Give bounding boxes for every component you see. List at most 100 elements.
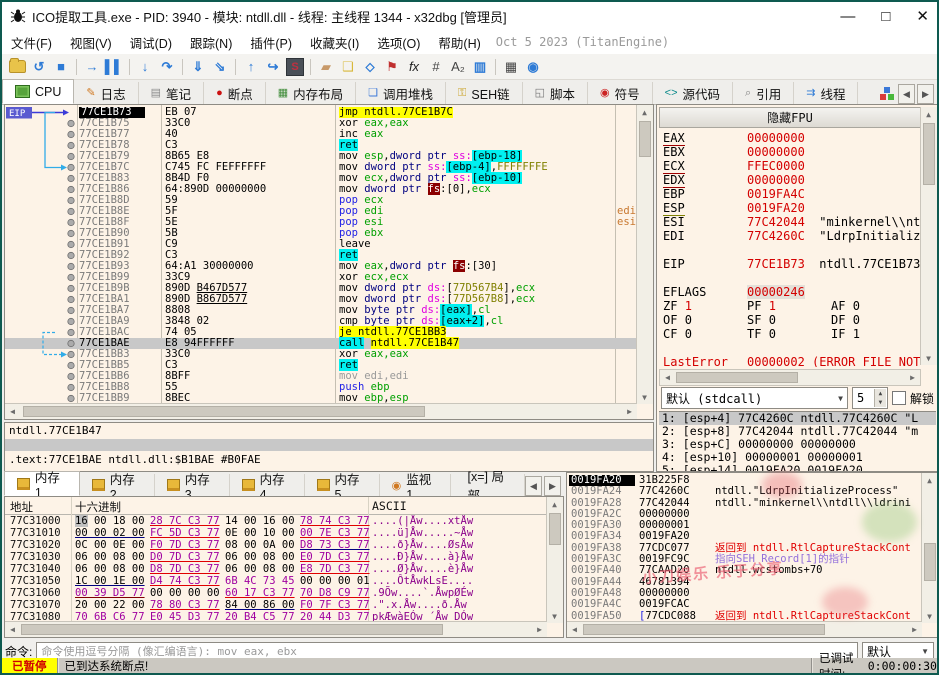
- bottom-tab-内存 3[interactable]: 内存 3: [155, 473, 230, 502]
- ordinal-icon[interactable]: #: [426, 58, 446, 76]
- dump-row[interactable]: 77C31010 00 00 02 00 FC 5D C3 77 0E 00 10 0…: [5, 527, 546, 539]
- internet-icon[interactable]: ◉: [523, 58, 543, 76]
- bottom-tab-[x=] 局部[interactable]: [x=] 局部: [451, 470, 525, 503]
- argument-row[interactable]: 5: [esp+14] 0019FA20 0019FA20: [659, 464, 936, 472]
- modules-icon[interactable]: ▥: [470, 58, 490, 76]
- bottom-tab-scroll-left[interactable]: ◀: [525, 476, 542, 496]
- disasm-row[interactable]: 77CE1BB9 8BEC mov ebp,esp: [5, 393, 636, 404]
- dump-row[interactable]: 77C31050 1C 00 1E 00 D4 74 C3 77 6B 4C 73 4…: [5, 575, 546, 587]
- register-row[interactable]: EIP 77CE1B73 ntdll.77CE1B73: [663, 257, 921, 271]
- registers-pane[interactable]: 隐藏FPU EAX 00000000 EBX 00000000 ECX FFEC0000 E…: [656, 104, 937, 472]
- pause-icon[interactable]: ▌▌: [104, 58, 124, 76]
- dump-row[interactable]: 77C31030 06 00 08 00 D0 7D C3 77 06 00 08 0…: [5, 551, 546, 563]
- strings-icon[interactable]: A₂: [448, 58, 468, 76]
- tab-符号[interactable]: ◉ 符号: [588, 82, 653, 104]
- label-icon[interactable]: ⬦: [360, 58, 380, 76]
- hide-fpu-button[interactable]: 隐藏FPU: [659, 107, 921, 128]
- registers-hscrollbar[interactable]: ◀ ▶: [659, 369, 921, 386]
- close-button[interactable]: ✕: [916, 7, 929, 25]
- trace-into-icon[interactable]: ⇓: [188, 58, 208, 76]
- run-to-user-code-icon[interactable]: ↪: [263, 58, 283, 76]
- register-row[interactable]: EBP 0019FA4C: [663, 187, 921, 201]
- dump-row[interactable]: 77C31000 16 00 18 00 28 7C C3 77 14 00 16 0…: [5, 515, 546, 527]
- tab-日志[interactable]: ✎ 日志: [74, 82, 139, 104]
- tab-笔记[interactable]: ▤ 笔记: [139, 82, 205, 104]
- flags-row[interactable]: ZF 1 PF 1 AF 0: [663, 299, 921, 313]
- comment-icon[interactable]: ❑: [338, 58, 358, 76]
- dump-row[interactable]: 77C31020 0C 00 0E 00 F0 7D C3 77 08 00 0A 0…: [5, 539, 546, 551]
- maximize-button[interactable]: □: [881, 8, 890, 25]
- stack-vscrollbar[interactable]: ▲ ▼: [921, 473, 937, 623]
- minimize-button[interactable]: —: [840, 8, 855, 25]
- arguments-pane[interactable]: 1: [esp+4] 77C4260C ntdll.77C4260C "L 2: …: [659, 411, 936, 472]
- stack-hscrollbar[interactable]: ◀ ▶: [567, 621, 922, 637]
- register-row[interactable]: EDI77C4260C "LdrpInitializePro: [663, 229, 921, 243]
- register-row[interactable]: EAX 00000000: [663, 131, 921, 146]
- register-row[interactable]: EBX 00000000: [663, 145, 921, 159]
- menu-item[interactable]: 跟踪(N): [181, 30, 241, 55]
- tab-脚本[interactable]: ◱ 脚本: [523, 82, 589, 104]
- stack-row[interactable]: 0019FA40 77CAAD20 ntdll.wcstombs+70: [567, 565, 921, 576]
- register-row[interactable]: EDX 00000000: [663, 173, 921, 188]
- dump-row[interactable]: 77C31040 06 00 08 00 D8 7D C3 77 06 00 08 0…: [5, 563, 546, 575]
- register-row[interactable]: ESI77C42044 "minkernel\\ntdll\: [663, 215, 921, 229]
- calling-convention-dropdown[interactable]: 默认 (stdcall) ▼: [661, 387, 848, 409]
- step-over-icon[interactable]: ↷: [157, 58, 177, 76]
- stack-row[interactable]: 0019FA24 77C4260C ntdll."LdrpInitializeP…: [567, 486, 921, 497]
- eflags-row[interactable]: EFLAGS 00000246: [663, 285, 921, 299]
- bottom-tab-scroll-right[interactable]: ▶: [544, 476, 561, 496]
- tab-scroll-left[interactable]: ◀: [898, 84, 915, 104]
- last-error-row[interactable]: LastError 00000002 (ERROR_FILE_NOT_F: [663, 355, 921, 367]
- menu-item[interactable]: 选项(O): [368, 30, 429, 55]
- execute-till-return-icon[interactable]: ↑: [241, 58, 261, 76]
- bottom-tab-内存 4[interactable]: 内存 4: [230, 473, 305, 502]
- unlock-checkbox[interactable]: 解锁: [891, 390, 934, 407]
- menu-item[interactable]: 插件(P): [241, 30, 301, 55]
- bottom-tab-内存 5[interactable]: 内存 5: [305, 473, 380, 502]
- stack-pane[interactable]: 0019FA20 31B225F8 0019FA24 77C4260C ntdl…: [566, 472, 937, 638]
- tab-源代码[interactable]: <> 源代码: [653, 82, 734, 104]
- hex-dump-pane[interactable]: 地址 十六进制 ASCII 77C31000 16 00 18 00 28 7C C…: [4, 496, 564, 638]
- bookmark-icon[interactable]: ⚑: [382, 58, 402, 76]
- bottom-tab-内存 2[interactable]: 内存 2: [80, 473, 155, 502]
- handles-icon[interactable]: [880, 87, 896, 101]
- menu-item[interactable]: 文件(F): [2, 30, 61, 55]
- menu-item[interactable]: 视图(V): [61, 30, 121, 55]
- tab-引用[interactable]: ⌕ 引用: [733, 82, 795, 104]
- function-icon[interactable]: fx: [404, 58, 424, 76]
- register-row[interactable]: ECX FFEC0000: [663, 159, 921, 174]
- step-into-icon[interactable]: ↓: [135, 58, 155, 76]
- patch-icon[interactable]: ▰: [316, 58, 336, 76]
- disasm-vscrollbar[interactable]: ▲ ▼: [636, 105, 653, 404]
- trace-over-icon[interactable]: ⇘: [210, 58, 230, 76]
- dump-row[interactable]: 77C31070 20 00 22 00 78 80 C3 77 84 00 86 0…: [5, 599, 546, 611]
- checkbox-box[interactable]: [891, 391, 906, 405]
- restart-icon[interactable]: ↺: [29, 58, 49, 76]
- flags-row[interactable]: CF 0 TF 0 IF 1: [663, 327, 921, 341]
- dump-row[interactable]: 77C31060 00 39 D5 77 00 00 00 00 60 17 C3 7…: [5, 587, 546, 599]
- scylla-icon[interactable]: S: [285, 57, 305, 76]
- flags-row[interactable]: OF 0 SF 0 DF 0: [663, 313, 921, 327]
- menu-item[interactable]: 帮助(H): [429, 30, 489, 55]
- disasm-hscrollbar[interactable]: ◀ ▶: [5, 403, 637, 419]
- register-row[interactable]: ESP 0019FA20: [663, 201, 921, 216]
- dump-hscrollbar[interactable]: ◀ ▶: [5, 621, 547, 637]
- arg-count-stepper[interactable]: 5 ▲ ▼: [851, 387, 888, 409]
- bottom-tab-内存 1[interactable]: 内存 1: [4, 471, 80, 500]
- open-file-icon[interactable]: [7, 58, 27, 76]
- menu-item[interactable]: 收藏夹(I): [301, 30, 368, 55]
- calculator-icon[interactable]: ▦: [501, 58, 521, 76]
- tab-scroll-right[interactable]: ▶: [917, 84, 934, 104]
- stack-row[interactable]: 0019FA4C 0019FCAC: [567, 599, 921, 610]
- run-icon[interactable]: →: [82, 58, 102, 76]
- tab-断点[interactable]: ● 断点: [204, 82, 266, 104]
- bottom-tab-监视 1[interactable]: ◉ 监视 1: [380, 473, 451, 502]
- registers-vscrollbar[interactable]: ▲ ▼: [920, 107, 937, 365]
- tab-内存布局[interactable]: ▦ 内存布局: [266, 82, 357, 104]
- stop-icon[interactable]: ■: [51, 58, 71, 76]
- tab-调用堆栈[interactable]: ❏ 调用堆栈: [356, 82, 447, 104]
- tab-CPU[interactable]: CPU: [2, 79, 75, 104]
- menu-item[interactable]: 调试(D): [121, 30, 181, 55]
- dump-vscrollbar[interactable]: ▲ ▼: [546, 497, 563, 623]
- tab-线程[interactable]: ⇉ 线程: [794, 82, 859, 104]
